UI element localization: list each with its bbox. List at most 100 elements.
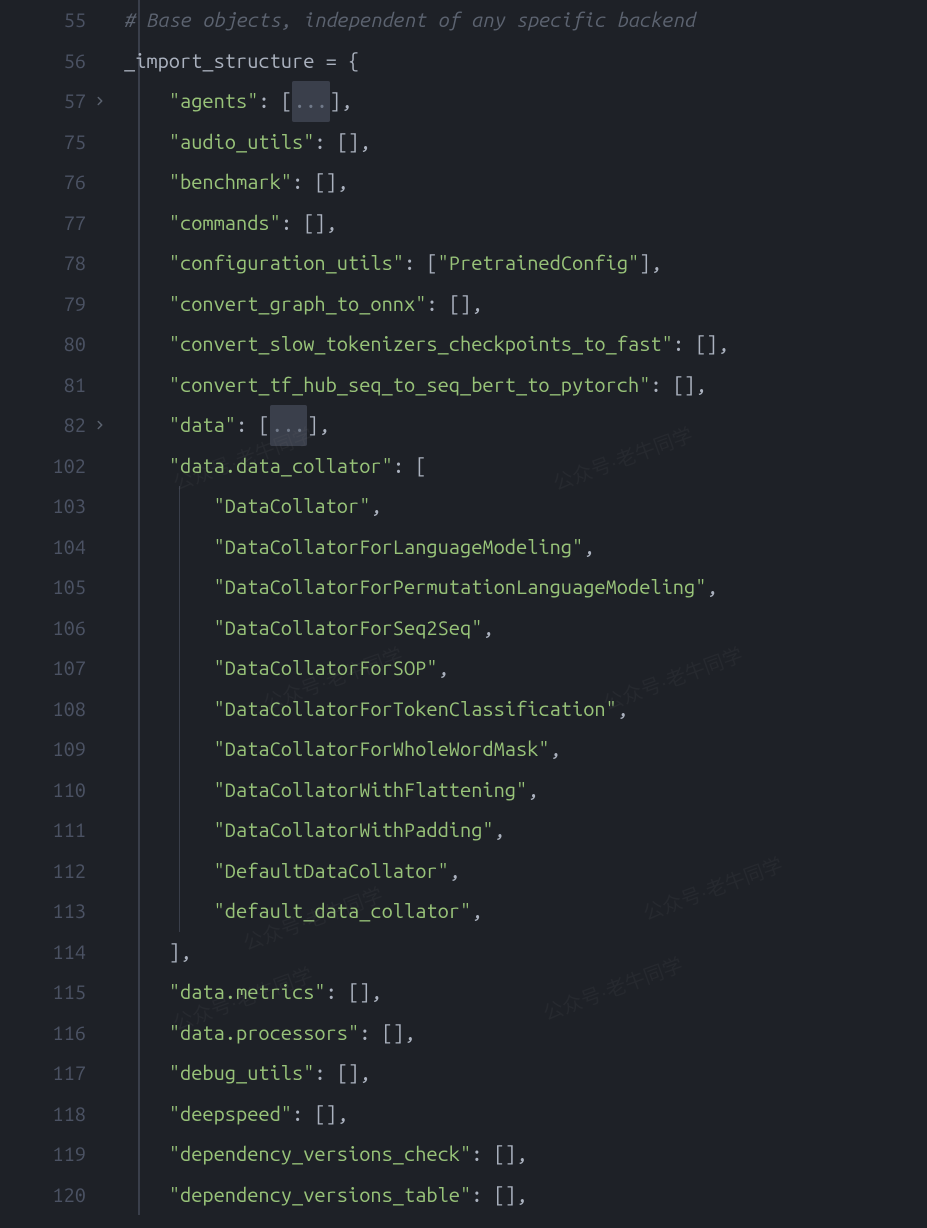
empty-list: [] (348, 972, 370, 1013)
list-item-string: "DataCollatorForSOP" (214, 648, 438, 689)
fold-chevron-icon[interactable] (90, 415, 110, 435)
comma: , (583, 527, 594, 568)
bracket-open: [ (426, 243, 437, 284)
code-line: "dependency_versions_table": [], (124, 1175, 927, 1216)
comma: , (550, 729, 561, 770)
dict-key: "data.metrics" (169, 972, 326, 1013)
colon: : (281, 203, 303, 244)
comma: , (404, 1013, 415, 1054)
code-line: "deepspeed": [], (124, 1094, 927, 1135)
empty-list: [] (303, 203, 325, 244)
gutter-line: 79 (0, 284, 112, 325)
folded-marker[interactable]: ... (270, 405, 308, 446)
indent-guide (179, 851, 180, 892)
comma: , (706, 567, 717, 608)
gutter-line: 81 (0, 365, 112, 406)
bracket-close: ] (307, 405, 318, 446)
line-number: 107 (52, 648, 112, 689)
gutter-line: 104 (0, 527, 112, 568)
code-line: "DefaultDataCollator", (124, 851, 927, 892)
indent-guide (179, 527, 180, 568)
variable-name: _import_structure (124, 41, 326, 82)
gutter-line: 76 (0, 162, 112, 203)
gutter-line: 102 (0, 446, 112, 487)
indent-guide (179, 608, 180, 649)
dict-key: "convert_slow_tokenizers_checkpoints_to_… (169, 324, 673, 365)
comma: , (337, 1094, 348, 1135)
code-line: "data.metrics": [], (124, 972, 927, 1013)
line-number: 111 (52, 810, 112, 851)
line-number: 116 (52, 1013, 112, 1054)
colon: : (258, 81, 280, 122)
line-number: 76 (64, 162, 112, 203)
comma: , (516, 1175, 527, 1216)
code-line: "DataCollatorForPermutationLanguageModel… (124, 567, 927, 608)
code-line: "DataCollatorWithPadding", (124, 810, 927, 851)
code-line: "dependency_versions_check": [], (124, 1134, 927, 1175)
line-number: 77 (64, 203, 112, 244)
indent-guide (179, 486, 180, 527)
gutter-line: 105 (0, 567, 112, 608)
comma: , (449, 851, 460, 892)
line-number: 78 (64, 243, 112, 284)
fold-chevron-icon[interactable] (90, 91, 110, 111)
empty-list: [] (494, 1175, 516, 1216)
gutter-line: 108 (0, 689, 112, 730)
dict-key: "configuration_utils" (169, 243, 404, 284)
comma: , (337, 162, 348, 203)
dict-key: "dependency_versions_table" (169, 1175, 471, 1216)
gutter-line: 80 (0, 324, 112, 365)
colon: : (404, 243, 426, 284)
empty-list: [] (449, 284, 471, 325)
line-number: 106 (52, 608, 112, 649)
code-area[interactable]: # Base objects, independent of any speci… (120, 0, 927, 1215)
comma: , (318, 405, 329, 446)
list-item-string: "PretrainedConfig" (438, 243, 640, 284)
folded-marker[interactable]: ... (292, 81, 330, 122)
code-line: "data.processors": [], (124, 1013, 927, 1054)
dict-key: "commands" (169, 203, 281, 244)
gutter-line: 57 (0, 81, 112, 122)
comma: , (359, 1053, 370, 1094)
code-line: ], (124, 932, 927, 973)
code-line: _import_structure = { (124, 41, 927, 82)
code-line: "DataCollatorForSeq2Seq", (124, 608, 927, 649)
code-line: "default_data_collator", (124, 891, 927, 932)
comma: , (471, 284, 482, 325)
comma: , (482, 608, 493, 649)
gutter-line: 56 (0, 41, 112, 82)
colon: : (236, 405, 258, 446)
gutter-line: 117 (0, 1053, 112, 1094)
gutter-line: 77 (0, 203, 112, 244)
empty-list: [] (695, 324, 717, 365)
dict-key: "data.processors" (169, 1013, 359, 1054)
gutter-line: 107 (0, 648, 112, 689)
line-number: 55 (64, 0, 112, 41)
indent-guide (179, 648, 180, 689)
gutter-line: 82 (0, 405, 112, 446)
code-line: "data": [...], (124, 405, 927, 446)
colon: : (393, 446, 415, 487)
bracket-open: [ (258, 405, 269, 446)
line-number: 105 (52, 567, 112, 608)
code-line: "benchmark": [], (124, 162, 927, 203)
code-line: # Base objects, independent of any speci… (124, 0, 927, 41)
empty-list: [] (314, 1094, 336, 1135)
comma: , (180, 932, 191, 973)
line-number: 80 (64, 324, 112, 365)
list-item-string: "DefaultDataCollator" (214, 851, 449, 892)
empty-list: [] (382, 1013, 404, 1054)
bracket-open: [ (281, 81, 292, 122)
code-line: "agents": [...], (124, 81, 927, 122)
comma: , (326, 203, 337, 244)
gutter-line: 119 (0, 1134, 112, 1175)
list-item-string: "DataCollator" (214, 486, 371, 527)
gutter-line: 120 (0, 1175, 112, 1216)
code-line: "data.data_collator": [ (124, 446, 927, 487)
comma: , (370, 486, 381, 527)
list-item-string: "DataCollatorWithFlattening" (214, 770, 528, 811)
gutter-line: 112 (0, 851, 112, 892)
indent-guide (179, 891, 180, 932)
brace-open: { (348, 41, 359, 82)
comma: , (438, 648, 449, 689)
